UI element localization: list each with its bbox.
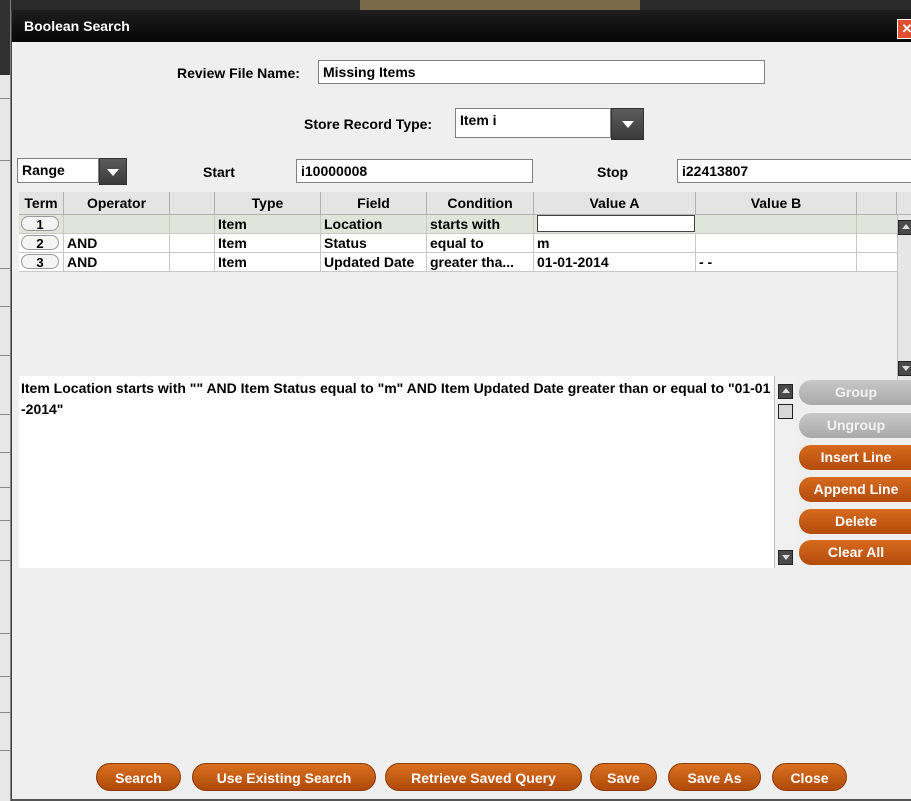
- edge-tick: [0, 487, 10, 488]
- stop-label: Stop: [597, 164, 629, 180]
- edge-tick: [0, 355, 10, 356]
- clear-all-button[interactable]: Clear All: [799, 540, 911, 565]
- header-operator[interactable]: Operator: [64, 192, 170, 214]
- background-window-tab: [360, 0, 640, 10]
- scroll-thumb[interactable]: [778, 404, 793, 419]
- operator-cell[interactable]: AND: [64, 253, 170, 271]
- edge-tick: [0, 560, 10, 561]
- field-cell[interactable]: Location: [321, 215, 427, 233]
- save-as-button[interactable]: Save As: [668, 763, 761, 791]
- value-b-cell[interactable]: [696, 234, 857, 252]
- edge-tick: [0, 712, 10, 713]
- start-input[interactable]: i10000008: [296, 159, 533, 183]
- group-button[interactable]: Group: [799, 380, 911, 405]
- scroll-up-icon[interactable]: [898, 220, 911, 235]
- boolean-search-dialog: Boolean Search ✕ Review File Name: Missi…: [11, 10, 911, 801]
- edge-tick: [0, 98, 10, 99]
- query-text-area[interactable]: Item Location starts with "" AND Item St…: [19, 376, 774, 568]
- table-row[interactable]: 2 AND Item Status equal to m: [19, 234, 897, 253]
- background-window-edge: [0, 0, 11, 801]
- scroll-down-icon[interactable]: [778, 550, 793, 565]
- edge-tick: [0, 414, 10, 415]
- ungroup-button[interactable]: Ungroup: [799, 413, 911, 438]
- condition-cell[interactable]: starts with: [427, 215, 534, 233]
- save-button[interactable]: Save: [590, 763, 657, 791]
- value-a-cell[interactable]: m: [534, 234, 696, 252]
- review-file-name-label: Review File Name:: [177, 65, 300, 81]
- query-scrollbar[interactable]: [774, 376, 795, 568]
- field-cell[interactable]: Status: [321, 234, 427, 252]
- condition-cell[interactable]: equal to: [427, 234, 534, 252]
- header-value-a[interactable]: Value A: [534, 192, 696, 214]
- edge-tick: [0, 633, 10, 634]
- value-b-cell[interactable]: [696, 215, 857, 233]
- store-record-type-select[interactable]: Item i: [455, 108, 611, 138]
- term-button[interactable]: 2: [21, 235, 59, 251]
- range-mode-select[interactable]: Range: [17, 158, 99, 183]
- chevron-down-icon[interactable]: [99, 158, 127, 185]
- edge-tick: [0, 750, 10, 751]
- search-terms-grid: Term Operator Type Field Condition Value…: [19, 192, 911, 380]
- blank-cell: [170, 215, 215, 233]
- stop-input[interactable]: i22413807: [677, 159, 911, 183]
- retrieve-saved-query-button[interactable]: Retrieve Saved Query: [385, 763, 582, 791]
- background-window-strip: [0, 0, 911, 10]
- insert-line-button[interactable]: Insert Line: [799, 445, 911, 470]
- header-blank[interactable]: [170, 192, 215, 214]
- edge-tick: [0, 160, 10, 161]
- use-existing-search-button[interactable]: Use Existing Search: [192, 763, 376, 791]
- grid-header: Term Operator Type Field Condition Value…: [19, 192, 911, 215]
- table-row[interactable]: 3 AND Item Updated Date greater tha... 0…: [19, 253, 897, 272]
- term-button[interactable]: 3: [21, 254, 59, 270]
- edge-tick: [0, 452, 10, 453]
- term-cell[interactable]: 1: [19, 215, 64, 233]
- scroll-down-icon[interactable]: [898, 361, 911, 376]
- header-value-b[interactable]: Value B: [696, 192, 857, 214]
- edge-tick: [0, 306, 10, 307]
- edge-tick: [0, 676, 10, 677]
- review-file-name-input[interactable]: Missing Items: [318, 60, 765, 84]
- blank-cell: [170, 234, 215, 252]
- term-cell[interactable]: 2: [19, 234, 64, 252]
- delete-button[interactable]: Delete: [799, 509, 911, 534]
- term-button[interactable]: 1: [21, 216, 59, 232]
- type-cell[interactable]: Item: [215, 215, 321, 233]
- table-row[interactable]: 1 Item Location starts with: [19, 215, 897, 234]
- value-a-input[interactable]: [537, 215, 695, 232]
- title-bar[interactable]: Boolean Search ✕: [12, 10, 911, 42]
- edge-tick: [0, 268, 10, 269]
- close-button[interactable]: Close: [772, 763, 847, 791]
- header-field[interactable]: Field: [321, 192, 427, 214]
- scroll-up-icon[interactable]: [778, 384, 793, 399]
- grid-scrollbar[interactable]: [897, 215, 911, 380]
- header-filler: [857, 192, 897, 214]
- search-button[interactable]: Search: [96, 763, 181, 791]
- term-cell[interactable]: 3: [19, 253, 64, 271]
- blank-cell: [170, 253, 215, 271]
- value-a-cell[interactable]: 01-01-2014: [534, 253, 696, 271]
- start-label: Start: [203, 164, 235, 180]
- store-record-type-label: Store Record Type:: [304, 116, 433, 132]
- type-cell[interactable]: Item: [215, 234, 321, 252]
- field-cell[interactable]: Updated Date: [321, 253, 427, 271]
- close-icon[interactable]: ✕: [897, 19, 911, 39]
- header-condition[interactable]: Condition: [427, 192, 534, 214]
- operator-cell[interactable]: [64, 215, 170, 233]
- background-dark-area: [0, 0, 10, 75]
- condition-cell[interactable]: greater tha...: [427, 253, 534, 271]
- chevron-down-icon[interactable]: [611, 108, 644, 140]
- operator-cell[interactable]: AND: [64, 234, 170, 252]
- value-b-cell[interactable]: - -: [696, 253, 857, 271]
- append-line-button[interactable]: Append Line: [799, 477, 911, 502]
- type-cell[interactable]: Item: [215, 253, 321, 271]
- header-term[interactable]: Term: [19, 192, 64, 214]
- header-type[interactable]: Type: [215, 192, 321, 214]
- query-text[interactable]: Item Location starts with "" AND Item St…: [21, 378, 771, 420]
- edge-tick: [0, 520, 10, 521]
- window-title: Boolean Search: [24, 18, 130, 34]
